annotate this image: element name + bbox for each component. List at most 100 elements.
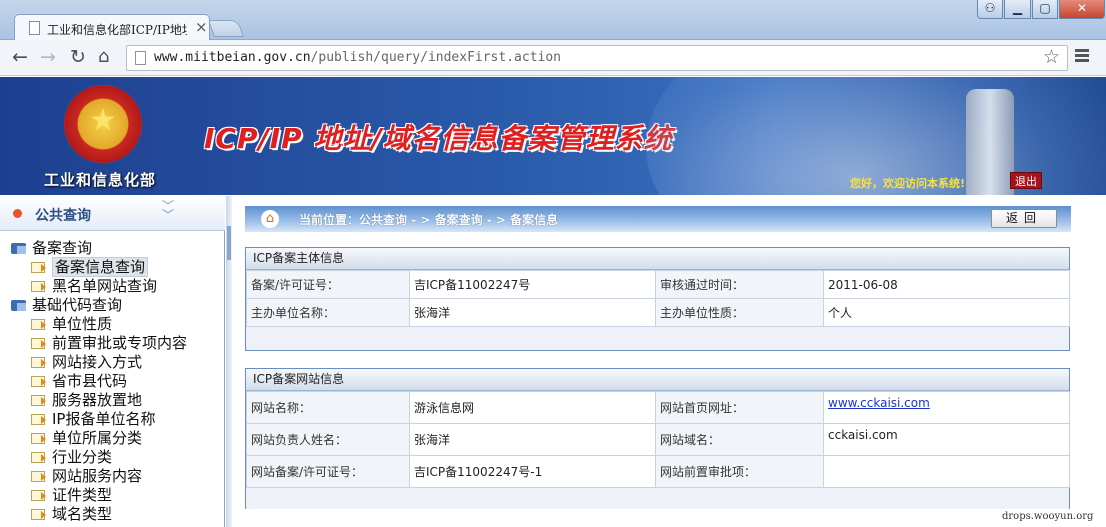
org-nature-label: 主办单位性质： — [655, 298, 824, 327]
sidebar-item[interactable]: 单位所属分类 — [0, 429, 225, 448]
document-arrow-icon — [31, 319, 46, 330]
breadcrumb-bar: ⌂ 当前位置：公共查询 - > 备案查询 - > 备案信息 返回 — [245, 206, 1071, 232]
license-value: 吉ICP备11002247号 — [409, 270, 656, 299]
user-icon[interactable]: ⚇ — [977, 0, 1003, 19]
preapproval-value — [823, 455, 1070, 488]
reload-icon[interactable]: ↻ — [70, 47, 86, 67]
page-icon — [29, 21, 40, 35]
site-license-label: 网站备案/许可证号： — [246, 455, 410, 488]
document-arrow-icon — [31, 281, 46, 292]
site-name-label: 网站名称： — [246, 391, 410, 424]
panel-title: ICP备案网站信息 — [246, 369, 1069, 391]
sidebar-item-label: 黑名单网站查询 — [52, 277, 158, 295]
sidebar-item-label: 前置审批或专项内容 — [52, 334, 188, 352]
org-name-label: 主办单位名称： — [246, 298, 410, 327]
sidebar-splitter[interactable] — [226, 196, 232, 527]
sidebar-item[interactable]: 服务器放置地 — [0, 391, 225, 410]
watermark-text: drops.wooyun.org — [1000, 511, 1096, 522]
welcome-text: 您好，欢迎访问本系统! — [850, 177, 966, 190]
address-bar[interactable]: www.miitbeian.gov.cn/publish/query/index… — [126, 45, 1068, 71]
huabiao-pillar-icon — [966, 89, 1014, 195]
sidebar-item[interactable]: 网站接入方式 — [0, 353, 225, 372]
homepage-cell: www.cckaisi.com — [823, 391, 1070, 424]
forward-arrow-icon[interactable]: → — [40, 47, 56, 67]
sidebar-item-label: 行业分类 — [52, 448, 113, 466]
document-arrow-icon — [31, 395, 46, 406]
bullet-icon — [13, 209, 22, 218]
table-row: 网站备案/许可证号： 吉ICP备11002247号-1 网站前置审批项： — [246, 455, 1070, 488]
site-domain-value: cckaisi.com — [823, 423, 1070, 456]
close-window-button[interactable]: ✕ — [1059, 0, 1105, 19]
back-button[interactable]: 返回 — [991, 209, 1057, 228]
sidebar-item-label: 单位所属分类 — [52, 429, 143, 447]
sidebar-item-label: 网站接入方式 — [52, 353, 143, 371]
sidebar-group[interactable]: 备案查询 — [0, 239, 225, 258]
system-title: ICP/IP 地址/域名信息备案管理系统 — [204, 122, 673, 155]
site-owner-label: 网站负责人姓名： — [246, 423, 410, 456]
site-banner: 工业和信息化部 ICP/IP 地址/域名信息备案管理系统 您好，欢迎访问本系统!… — [0, 77, 1106, 195]
license-label: 备案/许可证号： — [246, 270, 410, 299]
document-arrow-icon — [31, 376, 46, 387]
document-arrow-icon — [31, 414, 46, 425]
approved-time-label: 审核通过时间： — [655, 270, 824, 299]
document-arrow-icon — [31, 433, 46, 444]
back-arrow-icon[interactable]: ← — [12, 47, 28, 67]
sidebar-item-label: 备案信息查询 — [52, 257, 149, 277]
folder-icon — [11, 300, 26, 311]
page-icon — [135, 51, 146, 65]
ministry-name: 工业和信息化部 — [44, 171, 157, 189]
sidebar-item[interactable]: 网站服务内容 — [0, 467, 225, 486]
menu-icon[interactable] — [1075, 49, 1089, 63]
sidebar-item[interactable]: 备案信息查询 — [0, 257, 225, 277]
sidebar-item-label: 域名类型 — [52, 505, 113, 523]
new-tab-button[interactable] — [207, 20, 245, 37]
approved-time-value: 2011-06-08 — [823, 270, 1070, 299]
homepage-link[interactable]: www.cckaisi.com — [828, 396, 930, 410]
sidebar-item[interactable]: 单位性质 — [0, 315, 225, 334]
document-arrow-icon — [31, 490, 46, 501]
sidebar-item[interactable]: 前置审批或专项内容 — [0, 334, 225, 353]
sidebar-item-label: 网站服务内容 — [52, 467, 143, 485]
site-owner-value: 张海洋 — [409, 423, 656, 456]
home-icon[interactable]: ⌂ — [98, 47, 109, 67]
tab-title: 工业和信息化部ICP/IP地址 — [47, 23, 187, 37]
org-nature-value: 个人 — [823, 298, 1070, 327]
sidebar-item-label: 备案查询 — [32, 239, 93, 257]
sidebar-item[interactable]: IP报备单位名称 — [0, 410, 225, 429]
document-arrow-icon — [31, 452, 46, 463]
table-row: 主办单位名称： 张海洋 主办单位性质： 个人 — [246, 298, 1070, 327]
close-icon[interactable]: × — [195, 18, 208, 36]
sidebar-item[interactable]: 行业分类 — [0, 448, 225, 467]
sidebar-item-label: 单位性质 — [52, 315, 113, 333]
table-row: 备案/许可证号： 吉ICP备11002247号 审核通过时间： 2011-06-… — [246, 270, 1070, 299]
subject-info-table: 备案/许可证号： 吉ICP备11002247号 审核通过时间： 2011-06-… — [246, 270, 1070, 327]
collapse-chevron-icon[interactable]: ﹀ ﹀ — [162, 200, 174, 221]
bookmark-star-icon[interactable]: ☆ — [1043, 46, 1060, 68]
table-row: 网站名称： 游泳信息网 网站首页网址： www.cckaisi.com — [246, 391, 1070, 424]
homepage-label: 网站首页网址： — [655, 391, 824, 424]
table-row: 网站负责人姓名： 张海洋 网站域名： cckaisi.com — [246, 423, 1070, 456]
url-path: /publish/query/indexFirst.action — [310, 50, 561, 65]
sidebar-item-label: 基础代码查询 — [32, 296, 123, 314]
document-arrow-icon — [31, 471, 46, 482]
preapproval-label: 网站前置审批项： — [655, 455, 824, 488]
logout-button[interactable]: 退出 — [1010, 172, 1042, 189]
browser-tab[interactable]: 工业和信息化部ICP/IP地址 × — [14, 14, 210, 41]
sidebar-header[interactable]: 公共查询 ﹀ ﹀ — [0, 196, 225, 231]
icp-site-panel: ICP备案网站信息 网站名称： 游泳信息网 网站首页网址： www.cckais… — [245, 368, 1070, 509]
url-text[interactable]: www.miitbeian.gov.cn/publish/query/index… — [154, 50, 561, 65]
org-name-value: 张海洋 — [409, 298, 656, 327]
sidebar-tree: 备案查询 备案信息查询 黑名单网站查询 基础代码查询 单位性质 前置审批或专项内容 网站接入… — [0, 239, 225, 524]
sidebar-item[interactable]: 证件类型 — [0, 486, 225, 505]
sidebar-item-label: 服务器放置地 — [52, 391, 143, 409]
minimize-button[interactable]: ▁ — [1004, 0, 1031, 19]
sidebar-item-label: 证件类型 — [52, 486, 113, 504]
sidebar-item[interactable]: 域名类型 — [0, 505, 225, 524]
home-icon: ⌂ — [261, 210, 279, 228]
sidebar-item[interactable]: 黑名单网站查询 — [0, 277, 225, 296]
sidebar: 公共查询 ﹀ ﹀ 备案查询 备案信息查询 黑名单网站查询 基础代码查询 单位性质 前置审批或… — [0, 196, 225, 527]
sidebar-item[interactable]: 省市县代码 — [0, 372, 225, 391]
icp-subject-panel: ICP备案主体信息 备案/许可证号： 吉ICP备11002247号 审核通过时间… — [245, 247, 1070, 351]
sidebar-group[interactable]: 基础代码查询 — [0, 296, 225, 315]
maximize-button[interactable]: ▢ — [1032, 0, 1058, 19]
